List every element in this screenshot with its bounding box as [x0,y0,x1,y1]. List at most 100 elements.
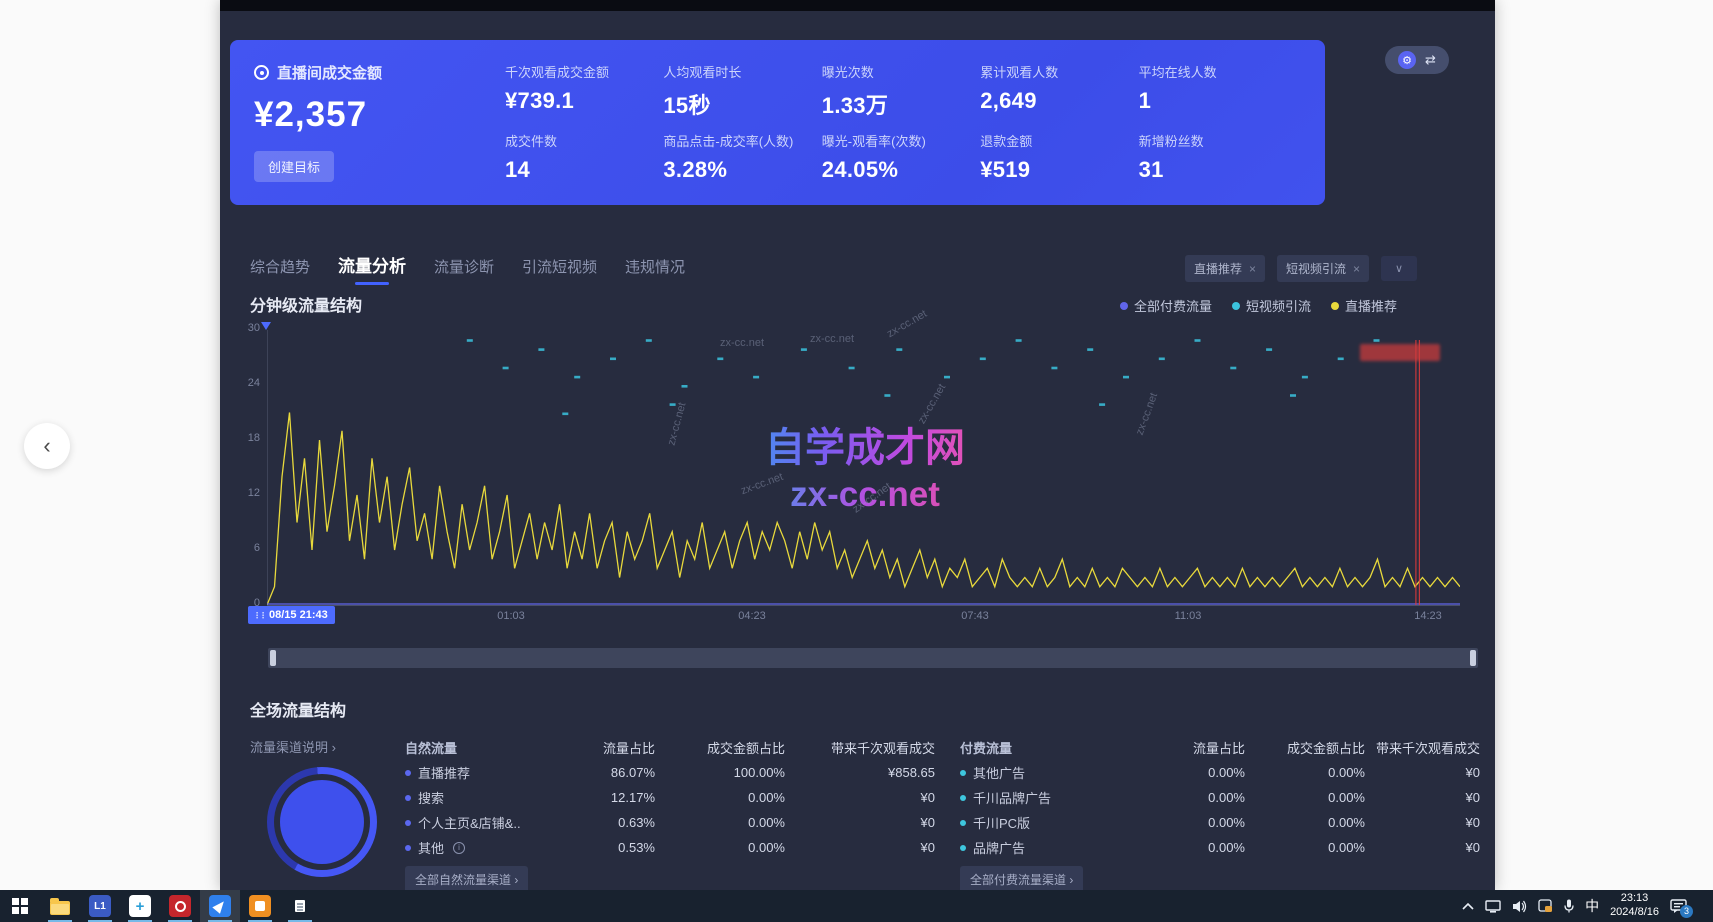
table-header: 自然流量 流量占比 成交金额占比 带来千次观看成交 [405,735,935,760]
taskbar-app-explorer[interactable] [40,890,80,922]
taskbar-app-browser[interactable] [200,890,240,922]
metric-cell: 商品点击-成交率(人数)3.28% [663,131,821,190]
metric-cell: 曝光次数1.33万 [822,62,980,121]
tray-app-icon[interactable] [1538,899,1553,913]
x-tick-start[interactable]: ⋮⋮ 08/15 21:43 [248,606,335,624]
chevron-down-icon: ∨ [1395,262,1403,275]
close-icon[interactable]: × [1353,262,1360,276]
volume-icon[interactable] [1512,900,1527,913]
tab-short-video[interactable]: 引流短视频 [522,256,597,285]
info-icon[interactable]: i [453,842,465,854]
slider-handle-right[interactable] [1470,650,1476,666]
back-button[interactable]: ‹ [24,423,70,469]
legend-live-recommend[interactable]: 直播推荐 [1331,296,1397,315]
taskbar-app-red[interactable] [160,890,200,922]
taskbar-clock[interactable]: 23:13 2024/8/16 [1610,892,1659,920]
chart-range-slider[interactable] [268,648,1478,668]
teal-app-icon: + [129,895,151,917]
taskbar-app-teal[interactable]: + [120,890,160,922]
x-tick: 11:03 [1175,610,1202,622]
card-tools-panel: ⚙ ⇄ [1385,46,1449,74]
notification-center[interactable]: 3 [1670,899,1687,914]
table-row[interactable]: 个人主页&店铺&.. 0.63% 0.00% ¥0 [405,810,935,835]
taskbar: L1 + 中 23:13 2024/8/16 3 [0,890,1713,922]
x-tick: 07:43 [961,610,989,622]
tab-traffic-diagnosis[interactable]: 流量诊断 [434,256,494,285]
y-tick: 24 [228,377,260,389]
donut-core [280,780,364,864]
filter-dropdown[interactable]: ∨ [1381,256,1417,281]
tab-traffic-analysis[interactable]: 流量分析 [338,252,406,285]
table-row[interactable]: 其他广告 0.00% 0.00% ¥0 [960,760,1480,785]
metric-cell: 累计观看人数2,649 [980,62,1138,121]
kpi-card: 直播间成交金额 ¥2,357 创建目标 千次观看成交金额¥739.1 人均观看时… [230,40,1325,205]
x-tick: 01:03 [497,610,525,622]
metric-cell: 成交件数14 [505,131,663,190]
date: 2024/8/16 [1610,906,1659,920]
all-natural-channels-link[interactable]: 全部自然流量渠道 › [405,866,528,893]
start-button[interactable] [0,890,40,922]
legend-paid-traffic[interactable]: 全部付费流量 [1120,296,1212,315]
filter-tag-short-video[interactable]: 短视频引流 × [1277,255,1369,282]
tray-expand-icon[interactable] [1462,902,1474,910]
chevron-right-icon: › [332,740,336,755]
microphone-icon[interactable] [1564,899,1574,913]
metric-cell: 曝光-观看率(次数)24.05% [822,131,980,190]
folder-icon [50,901,70,915]
kpi-primary-value: ¥2,357 [254,95,504,135]
orange-app-icon [249,895,271,917]
table-row[interactable]: 千川PC版 0.00% 0.00% ¥0 [960,810,1480,835]
back-chevron-icon: ‹ [43,433,50,459]
x-tick: 04:23 [738,610,766,622]
paid-traffic-table: 付费流量 流量占比 成交金额占比 带来千次观看成交 其他广告 0.00% 0.0… [960,735,1480,860]
create-goal-button[interactable]: 创建目标 [254,151,334,182]
axis-pin-icon[interactable] [261,322,271,330]
metric-cell: 新增粉丝数31 [1139,131,1297,190]
legend-dot [1331,302,1339,310]
ime-indicator[interactable]: 中 [1585,896,1599,916]
app-window: 直播间成交金额 ¥2,357 创建目标 千次观看成交金额¥739.1 人均观看时… [220,0,1495,890]
legend-short-video[interactable]: 短视频引流 [1232,296,1311,315]
traffic-line-chart[interactable] [267,330,1460,605]
chart-legend: 全部付费流量 短视频引流 直播推荐 [1120,296,1397,315]
notepad-icon [289,895,311,917]
table-row[interactable]: 其他i 0.53% 0.00% ¥0 [405,835,935,860]
table-row[interactable]: 品牌广告 0.00% 0.00% ¥0 [960,835,1480,860]
table-row[interactable]: 搜索 12.17% 0.00% ¥0 [405,785,935,810]
legend-dot [1232,302,1240,310]
taskbar-app-orange[interactable] [240,890,280,922]
time: 23:13 [1610,892,1659,906]
tab-violations[interactable]: 违规情况 [625,256,685,285]
close-icon[interactable]: × [1249,262,1256,276]
window-top-bar [220,0,1495,11]
metric-cell: 人均观看时长15秒 [663,62,821,121]
target-icon [254,65,269,80]
windows-logo-icon [12,898,28,914]
filter-tag-live-recommend[interactable]: 直播推荐 × [1185,255,1265,282]
legend-dot [1120,302,1128,310]
tab-overall-trend[interactable]: 综合趋势 [250,256,310,285]
metric-cell: 平均在线人数1 [1139,62,1297,121]
channel-note-link[interactable]: 流量渠道说明 › [250,737,336,756]
gear-icon[interactable]: ⚙ [1398,51,1416,69]
y-tick: 12 [228,487,260,499]
table-row[interactable]: 千川品牌广告 0.00% 0.00% ¥0 [960,785,1480,810]
red-annotation [1360,344,1440,361]
all-paid-channels-link[interactable]: 全部付费流量渠道 › [960,866,1083,893]
network-icon[interactable] [1485,900,1501,913]
metric-cell: 退款金额¥519 [980,131,1138,190]
y-tick: 30 [228,322,260,334]
taskbar-app-l1[interactable]: L1 [80,890,120,922]
chart-title: 分钟级流量结构 [250,292,362,316]
swap-icon[interactable]: ⇄ [1425,52,1436,68]
table-row[interactable]: 直播推荐 86.07% 100.00% ¥858.65 [405,760,935,785]
metric-cell: 千次观看成交金额¥739.1 [505,62,663,121]
filter-tags: 直播推荐 × 短视频引流 × ∨ [1185,255,1417,282]
grip-icon: ⋮⋮ [253,611,265,620]
y-tick: 6 [228,542,260,554]
taskbar-app-notepad[interactable] [280,890,320,922]
slider-handle-left[interactable] [270,650,276,666]
natural-traffic-table: 自然流量 流量占比 成交金额占比 带来千次观看成交 直播推荐 86.07% 10… [405,735,935,860]
x-tick: 14:23 [1414,610,1442,622]
traffic-section-title: 全场流量结构 [250,697,346,721]
